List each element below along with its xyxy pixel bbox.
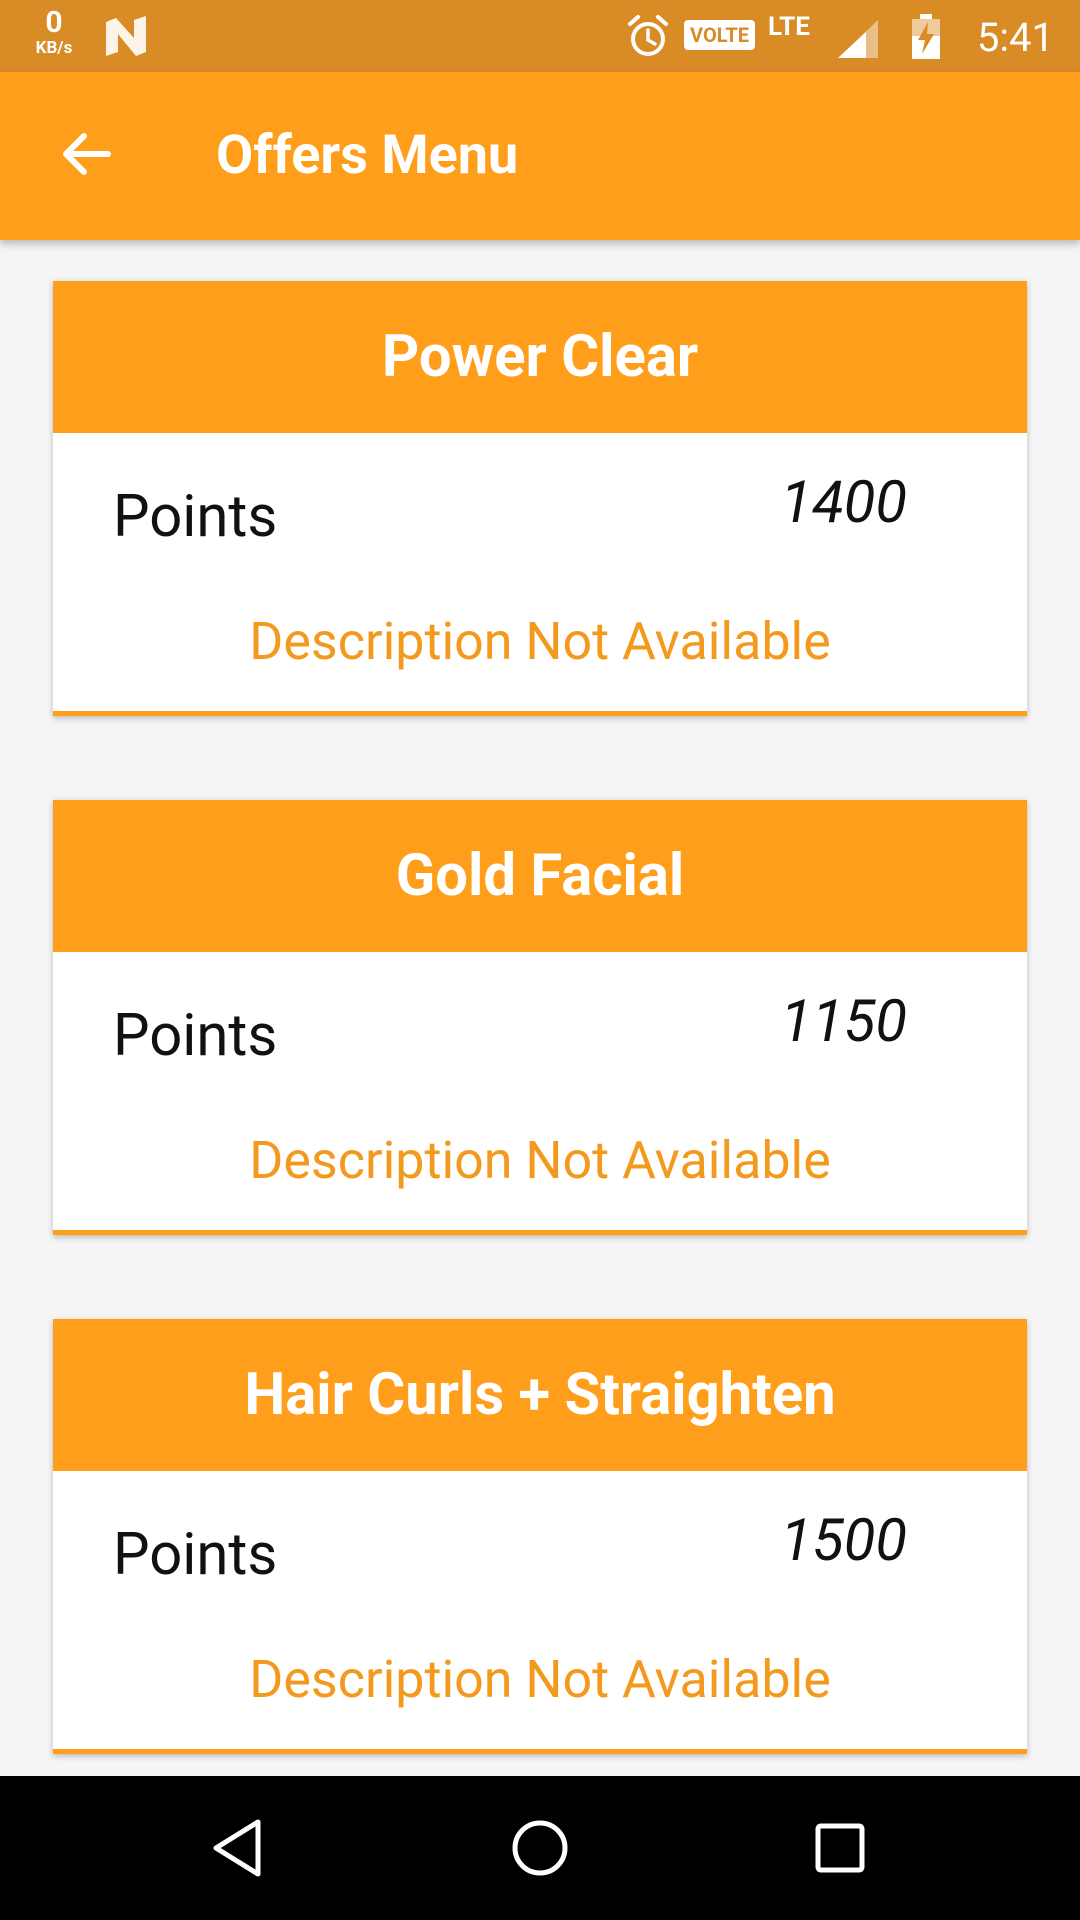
- back-triangle-icon[interactable]: [204, 1812, 276, 1884]
- points-label: Points: [113, 1002, 278, 1070]
- app-bar: Offers Menu: [0, 72, 1080, 240]
- points-value: 1400: [780, 469, 907, 537]
- network-speed-unit: KB/s: [35, 38, 73, 58]
- points-value: 1500: [780, 1507, 907, 1575]
- alarm-icon: [628, 15, 668, 56]
- offer-title: Hair Curls + Straighten: [53, 1319, 1027, 1471]
- page-title: Offers Menu: [216, 124, 519, 187]
- offer-title: Gold Facial: [53, 800, 1027, 952]
- n-notification-icon: [106, 16, 146, 56]
- offers-list: Power Clear Points 1400 Description Not …: [53, 281, 1027, 1838]
- offer-card[interactable]: Hair Curls + Straighten Points 1500 Desc…: [53, 1319, 1027, 1754]
- home-circle-icon[interactable]: [504, 1812, 576, 1884]
- signal-icon: [838, 20, 878, 58]
- status-bar: 0 KB/s VOLTE LTE 5:41: [0, 0, 1080, 72]
- points-label: Points: [113, 483, 278, 551]
- offer-description: Description Not Available: [249, 611, 831, 672]
- volte-badge: VOLTE: [684, 20, 755, 50]
- points-value: 1150: [780, 988, 907, 1056]
- offer-card[interactable]: Gold Facial Points 1150 Description Not …: [53, 800, 1027, 1235]
- offer-title: Power Clear: [53, 281, 1027, 433]
- navigation-bar: [0, 1776, 1080, 1920]
- arrow-back-icon[interactable]: [56, 124, 116, 184]
- recents-square-icon[interactable]: [804, 1812, 876, 1884]
- offer-description: Description Not Available: [249, 1649, 831, 1710]
- offer-card[interactable]: Power Clear Points 1400 Description Not …: [53, 281, 1027, 716]
- offer-description: Description Not Available: [249, 1130, 831, 1191]
- clock: 5:41: [976, 14, 1054, 61]
- points-label: Points: [113, 1521, 278, 1589]
- network-type-label: LTE: [768, 12, 810, 42]
- network-speed-value: 0: [45, 5, 63, 40]
- network-speed: 0 KB/s: [28, 8, 80, 57]
- battery-charging-icon: [912, 14, 940, 59]
